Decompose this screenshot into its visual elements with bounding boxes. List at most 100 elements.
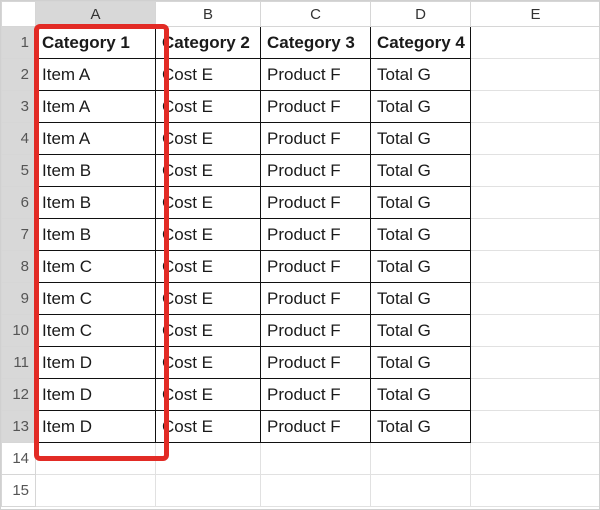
- cell-B13[interactable]: Cost E: [156, 411, 261, 443]
- cell-C13[interactable]: Product F: [261, 411, 371, 443]
- cell-E2[interactable]: [471, 59, 600, 91]
- cell-A12[interactable]: Item D: [36, 379, 156, 411]
- cell-D1[interactable]: Category 4: [371, 27, 471, 59]
- select-all-corner[interactable]: [2, 2, 36, 27]
- cell-D14[interactable]: [371, 443, 471, 475]
- cell-B10[interactable]: Cost E: [156, 315, 261, 347]
- row-header-7[interactable]: 7: [2, 219, 36, 251]
- row-header-13[interactable]: 13: [2, 411, 36, 443]
- cell-C15[interactable]: [261, 475, 371, 507]
- cell-D10[interactable]: Total G: [371, 315, 471, 347]
- row-header-10[interactable]: 10: [2, 315, 36, 347]
- cell-D13[interactable]: Total G: [371, 411, 471, 443]
- cell-C14[interactable]: [261, 443, 371, 475]
- cell-C2[interactable]: Product F: [261, 59, 371, 91]
- row-header-14[interactable]: 14: [2, 443, 36, 475]
- cell-B1[interactable]: Category 2: [156, 27, 261, 59]
- cell-D11[interactable]: Total G: [371, 347, 471, 379]
- cell-E4[interactable]: [471, 123, 600, 155]
- col-header-B[interactable]: B: [156, 2, 261, 27]
- row-header-5[interactable]: 5: [2, 155, 36, 187]
- cell-B2[interactable]: Cost E: [156, 59, 261, 91]
- cell-B7[interactable]: Cost E: [156, 219, 261, 251]
- cell-D4[interactable]: Total G: [371, 123, 471, 155]
- cell-C8[interactable]: Product F: [261, 251, 371, 283]
- row-header-3[interactable]: 3: [2, 91, 36, 123]
- cell-E12[interactable]: [471, 379, 600, 411]
- cell-E3[interactable]: [471, 91, 600, 123]
- cell-C5[interactable]: Product F: [261, 155, 371, 187]
- cell-D5[interactable]: Total G: [371, 155, 471, 187]
- cell-D12[interactable]: Total G: [371, 379, 471, 411]
- row-header-15[interactable]: 15: [2, 475, 36, 507]
- cell-A13[interactable]: Item D: [36, 411, 156, 443]
- row-header-9[interactable]: 9: [2, 283, 36, 315]
- cell-A6[interactable]: Item B: [36, 187, 156, 219]
- cell-C10[interactable]: Product F: [261, 315, 371, 347]
- cell-E10[interactable]: [471, 315, 600, 347]
- cell-A2[interactable]: Item A: [36, 59, 156, 91]
- cell-B3[interactable]: Cost E: [156, 91, 261, 123]
- cell-A11[interactable]: Item D: [36, 347, 156, 379]
- cell-A14[interactable]: [36, 443, 156, 475]
- row-header-11[interactable]: 11: [2, 347, 36, 379]
- row-header-8[interactable]: 8: [2, 251, 36, 283]
- cell-E11[interactable]: [471, 347, 600, 379]
- row-11: 11 Item D Cost E Product F Total G: [2, 347, 600, 379]
- row-header-12[interactable]: 12: [2, 379, 36, 411]
- row-header-1[interactable]: 1: [2, 27, 36, 59]
- col-header-A[interactable]: A: [36, 2, 156, 27]
- cell-B11[interactable]: Cost E: [156, 347, 261, 379]
- cell-B9[interactable]: Cost E: [156, 283, 261, 315]
- cell-D6[interactable]: Total G: [371, 187, 471, 219]
- col-header-D[interactable]: D: [371, 2, 471, 27]
- cell-D8[interactable]: Total G: [371, 251, 471, 283]
- cell-D7[interactable]: Total G: [371, 219, 471, 251]
- row-header-2[interactable]: 2: [2, 59, 36, 91]
- cell-E13[interactable]: [471, 411, 600, 443]
- cell-A4[interactable]: Item A: [36, 123, 156, 155]
- cell-D15[interactable]: [371, 475, 471, 507]
- cell-E9[interactable]: [471, 283, 600, 315]
- cell-C6[interactable]: Product F: [261, 187, 371, 219]
- cell-B14[interactable]: [156, 443, 261, 475]
- cell-B6[interactable]: Cost E: [156, 187, 261, 219]
- spreadsheet-grid[interactable]: A B C D E 1 Category 1 Category 2 Catego…: [1, 1, 600, 507]
- cell-A1[interactable]: Category 1: [36, 27, 156, 59]
- cell-A10[interactable]: Item C: [36, 315, 156, 347]
- cell-B12[interactable]: Cost E: [156, 379, 261, 411]
- spreadsheet-viewport[interactable]: A B C D E 1 Category 1 Category 2 Catego…: [0, 0, 600, 510]
- row-header-6[interactable]: 6: [2, 187, 36, 219]
- cell-C4[interactable]: Product F: [261, 123, 371, 155]
- cell-B5[interactable]: Cost E: [156, 155, 261, 187]
- cell-A9[interactable]: Item C: [36, 283, 156, 315]
- cell-C9[interactable]: Product F: [261, 283, 371, 315]
- row-header-4[interactable]: 4: [2, 123, 36, 155]
- cell-A5[interactable]: Item B: [36, 155, 156, 187]
- cell-A15[interactable]: [36, 475, 156, 507]
- cell-D2[interactable]: Total G: [371, 59, 471, 91]
- cell-B15[interactable]: [156, 475, 261, 507]
- cell-E15[interactable]: [471, 475, 600, 507]
- cell-D3[interactable]: Total G: [371, 91, 471, 123]
- cell-E5[interactable]: [471, 155, 600, 187]
- cell-E1[interactable]: [471, 27, 600, 59]
- cell-C1[interactable]: Category 3: [261, 27, 371, 59]
- row-9: 9 Item C Cost E Product F Total G: [2, 283, 600, 315]
- cell-A7[interactable]: Item B: [36, 219, 156, 251]
- cell-E14[interactable]: [471, 443, 600, 475]
- col-header-C[interactable]: C: [261, 2, 371, 27]
- cell-A8[interactable]: Item C: [36, 251, 156, 283]
- cell-B8[interactable]: Cost E: [156, 251, 261, 283]
- cell-C7[interactable]: Product F: [261, 219, 371, 251]
- cell-B4[interactable]: Cost E: [156, 123, 261, 155]
- cell-C12[interactable]: Product F: [261, 379, 371, 411]
- cell-D9[interactable]: Total G: [371, 283, 471, 315]
- cell-E8[interactable]: [471, 251, 600, 283]
- cell-C11[interactable]: Product F: [261, 347, 371, 379]
- cell-E6[interactable]: [471, 187, 600, 219]
- cell-A3[interactable]: Item A: [36, 91, 156, 123]
- col-header-E[interactable]: E: [471, 2, 600, 27]
- cell-E7[interactable]: [471, 219, 600, 251]
- cell-C3[interactable]: Product F: [261, 91, 371, 123]
